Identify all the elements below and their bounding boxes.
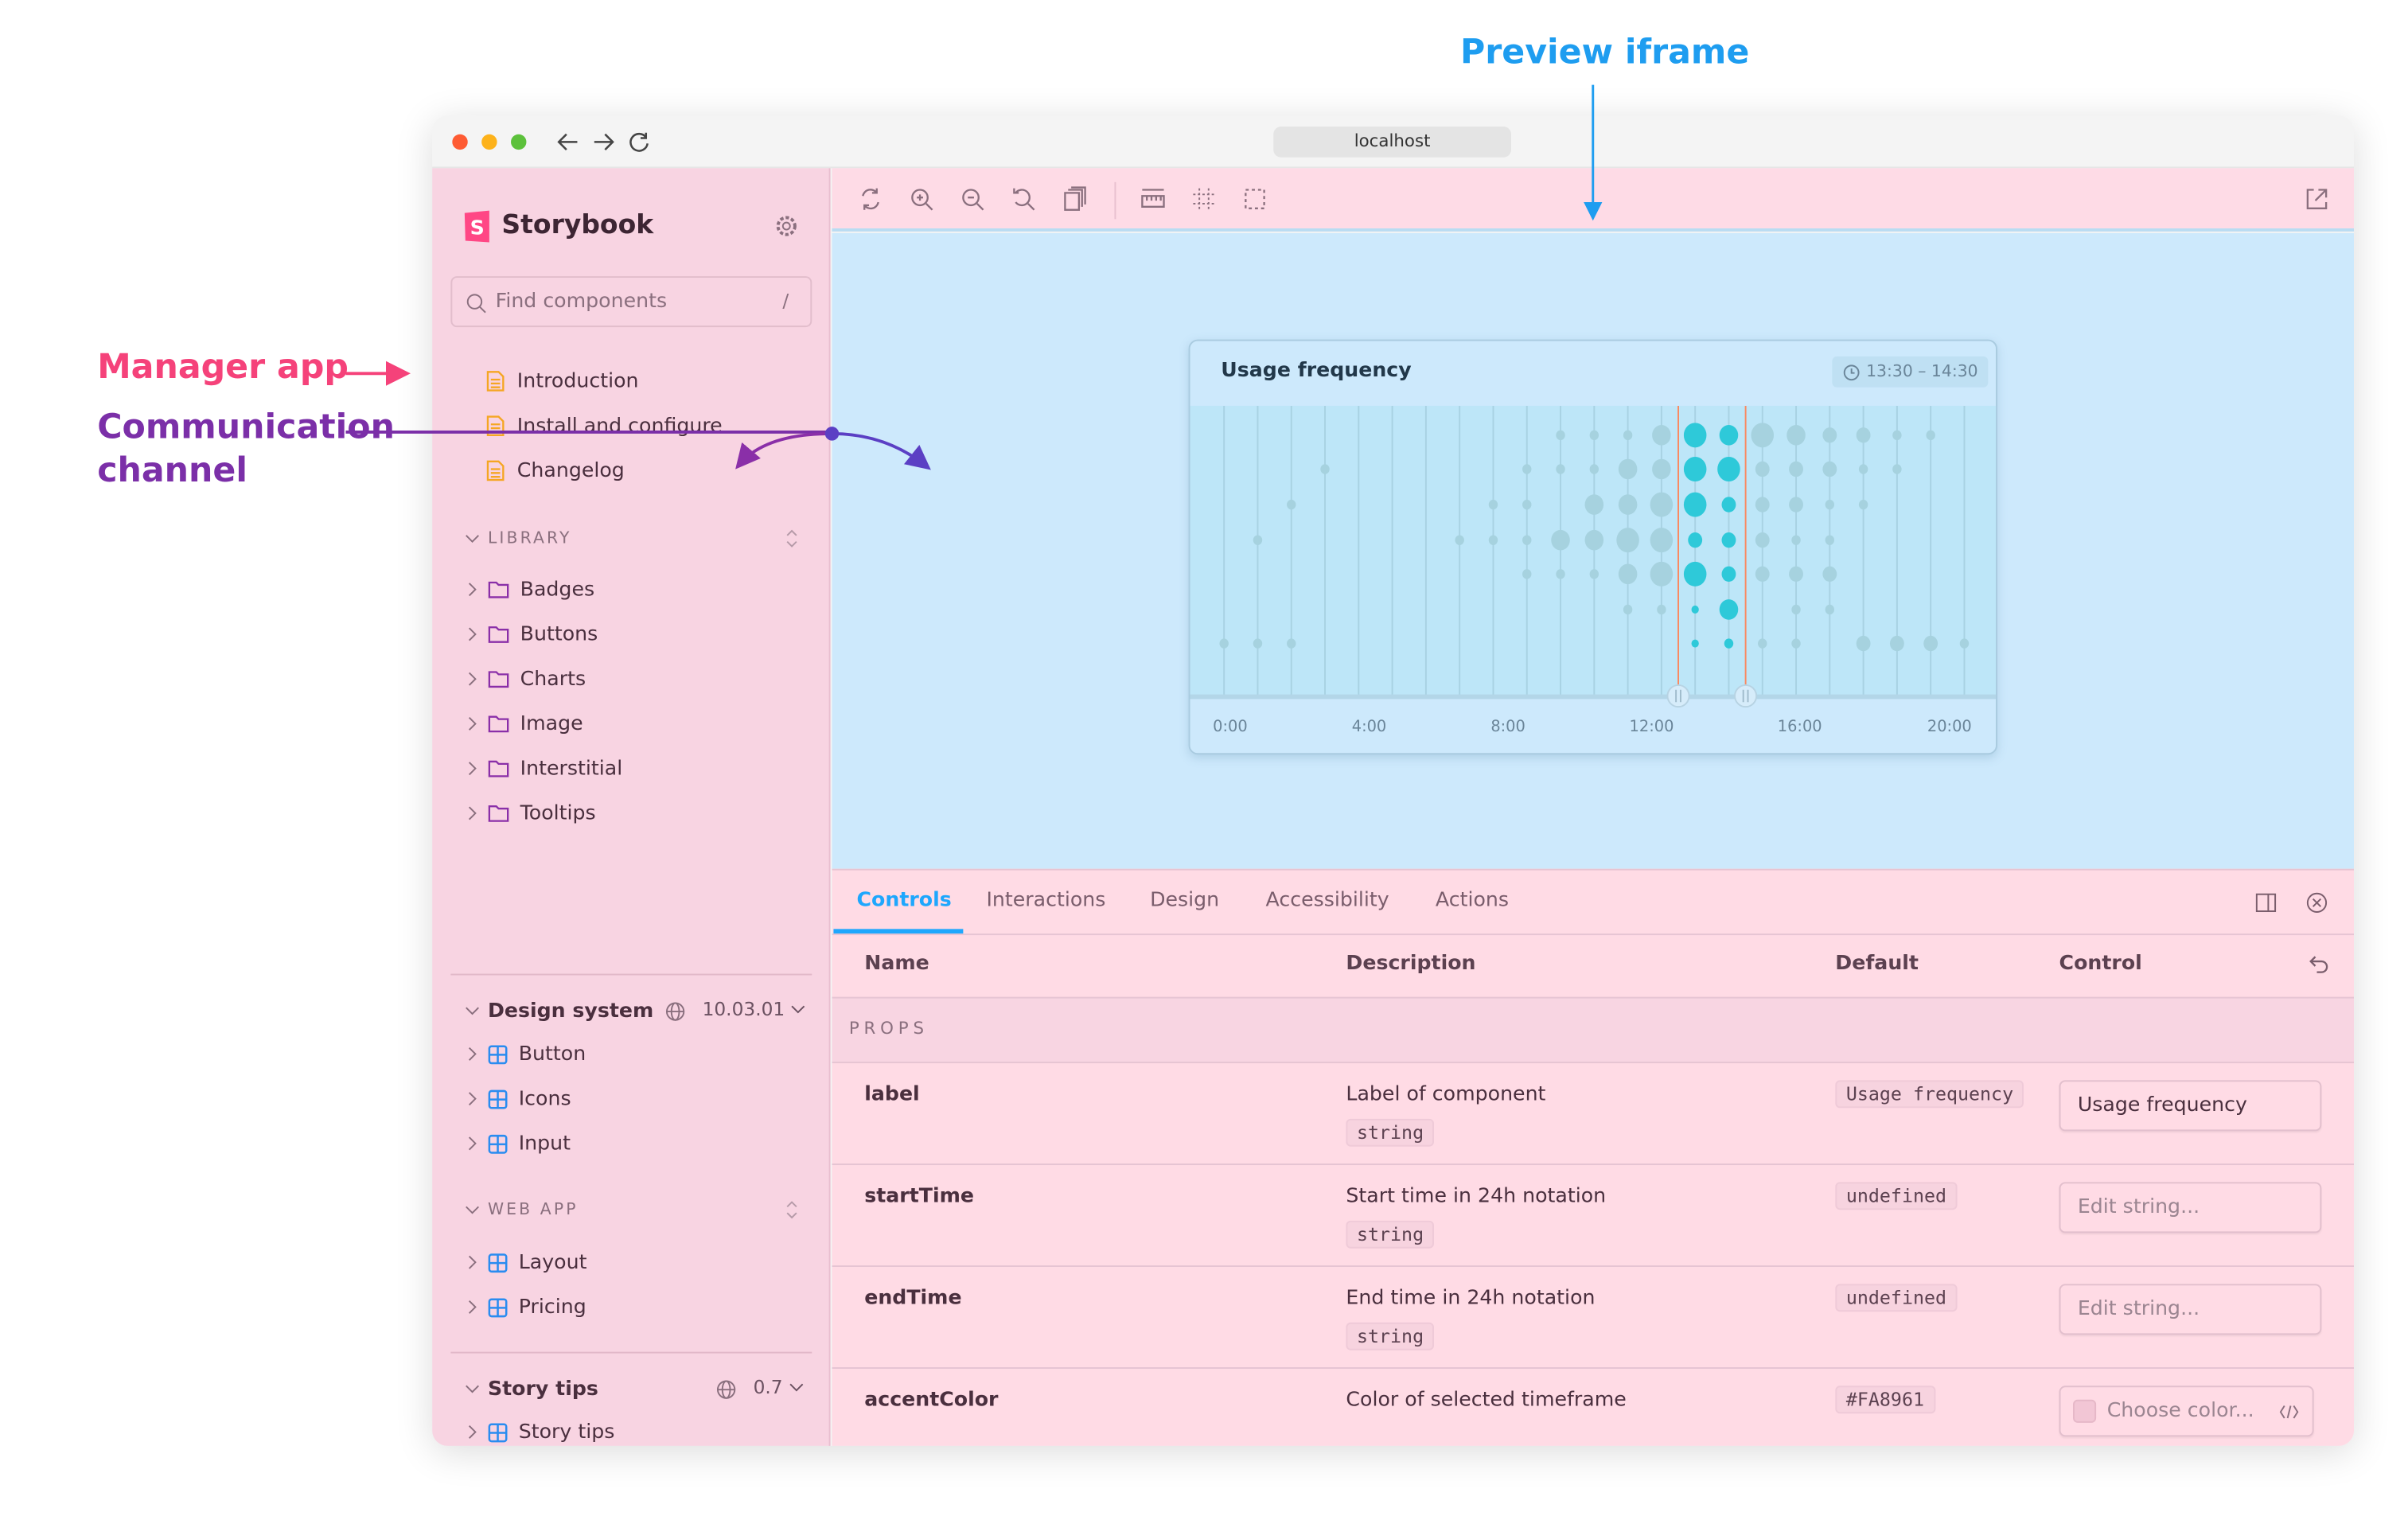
channel-node xyxy=(824,427,840,441)
channel-to-preview-arrow xyxy=(832,431,931,470)
annotation-arrows xyxy=(345,84,1603,470)
channel-to-manager-arrow xyxy=(735,431,832,470)
